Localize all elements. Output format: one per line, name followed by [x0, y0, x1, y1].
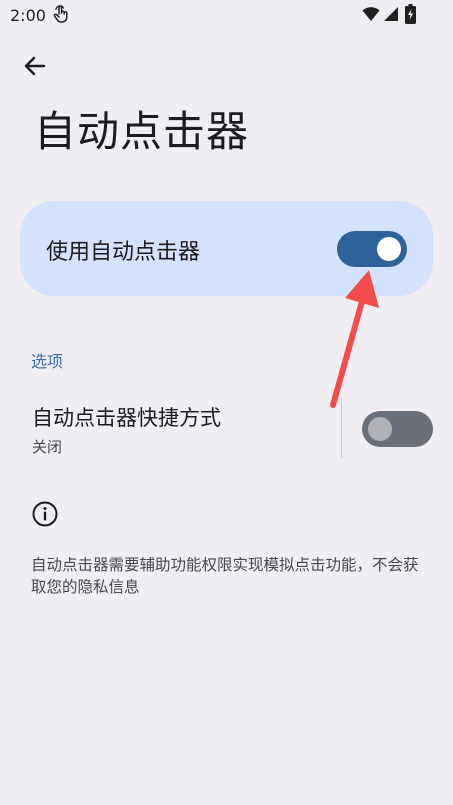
info-icon	[32, 501, 58, 527]
back-button[interactable]	[20, 51, 50, 81]
status-time: 2:00	[10, 6, 46, 25]
section-header-options: 选项	[31, 352, 64, 371]
shortcut-toggle-switch[interactable]	[362, 411, 433, 447]
shortcut-summary: 关闭	[32, 438, 63, 456]
page-title: 自动点击器	[34, 107, 250, 156]
annotation-arrow	[330, 270, 379, 408]
shortcut-setting-row[interactable]: 自动点击器快捷方式 关闭	[0, 392, 453, 462]
battery-icon	[405, 4, 416, 24]
signal-icon	[384, 7, 398, 21]
touch-icon	[53, 5, 68, 23]
shortcut-title: 自动点击器快捷方式	[32, 406, 221, 430]
wifi-icon	[362, 7, 380, 21]
main-toggle-label: 使用自动点击器	[46, 240, 201, 265]
footer-info-text: 自动点击器需要辅助功能权限实现模拟点击功能，不会获取您的隐私信息	[31, 556, 419, 596]
